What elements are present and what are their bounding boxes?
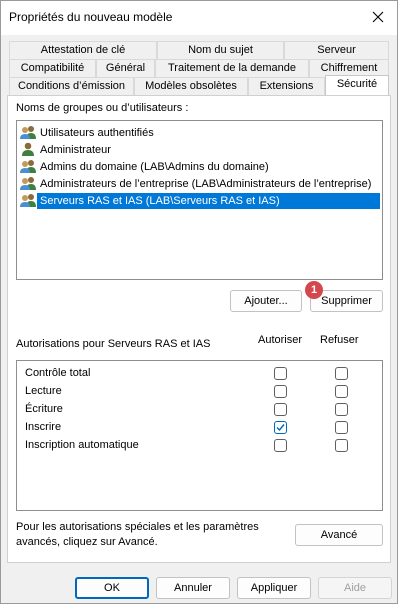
permission-name: Inscription automatique bbox=[25, 439, 139, 451]
window-title: Propriétés du nouveau modèle bbox=[9, 10, 173, 24]
permission-name: Contrôle total bbox=[25, 367, 91, 379]
users-group-icon bbox=[20, 160, 36, 173]
allow-checkbox[interactable] bbox=[274, 403, 287, 416]
groups-label: Noms de groupes ou d’utilisateurs : bbox=[16, 102, 189, 114]
tab-label: Chiffrement bbox=[320, 62, 378, 74]
tab-conditions-emission[interactable]: Conditions d’émission bbox=[9, 77, 134, 95]
help-button[interactable]: Aide bbox=[318, 577, 392, 599]
list-item-label: Utilisateurs authentifiés bbox=[40, 126, 154, 139]
permissions-label: Autorisations pour Serveurs RAS et IAS bbox=[16, 338, 211, 350]
permission-name: Écriture bbox=[25, 403, 63, 415]
close-icon bbox=[372, 11, 384, 23]
tab-nom-du-sujet[interactable]: Nom du sujet bbox=[157, 41, 284, 59]
list-item-label: Admins du domaine (LAB\Admins du domaine… bbox=[40, 160, 269, 173]
tab-label: Attestation de clé bbox=[40, 44, 126, 56]
permission-row: Inscription automatique bbox=[17, 437, 382, 454]
tab-securite[interactable]: Sécurité bbox=[325, 75, 389, 95]
apply-button[interactable]: Appliquer bbox=[237, 577, 311, 599]
list-item[interactable]: Utilisateurs authentifiés bbox=[20, 124, 380, 141]
list-item-selected[interactable]: Serveurs RAS et IAS (LAB\Serveurs RAS et… bbox=[20, 192, 380, 209]
allow-checkbox[interactable] bbox=[274, 367, 287, 380]
list-item[interactable]: Admins du domaine (LAB\Admins du domaine… bbox=[20, 158, 380, 175]
deny-column-header: Refuser bbox=[320, 334, 359, 346]
permission-name: Inscrire bbox=[25, 421, 62, 433]
tab-label: Modèles obsolètes bbox=[145, 80, 237, 92]
tab-extensions[interactable]: Extensions bbox=[248, 77, 325, 95]
cancel-button[interactable]: Annuler bbox=[156, 577, 230, 599]
allow-checkbox[interactable] bbox=[274, 421, 287, 434]
groups-listbox[interactable]: Utilisateurs authentifiés Administrateur… bbox=[16, 120, 383, 280]
list-item[interactable]: Administrateurs de l’entreprise (LAB\Adm… bbox=[20, 175, 380, 192]
properties-dialog: Propriétés du nouveau modèle Attestation… bbox=[0, 0, 398, 604]
permission-row: Inscrire bbox=[17, 419, 382, 436]
tab-attestation-de-cle[interactable]: Attestation de clé bbox=[9, 41, 157, 59]
tab-compatibilite[interactable]: Compatibilité bbox=[9, 59, 96, 77]
allow-checkbox[interactable] bbox=[274, 439, 287, 452]
close-button[interactable] bbox=[365, 5, 391, 29]
users-group-icon bbox=[20, 194, 36, 207]
deny-checkbox[interactable] bbox=[335, 403, 348, 416]
tab-label: Général bbox=[105, 62, 146, 74]
tab-label: Nom du sujet bbox=[188, 44, 253, 56]
advanced-hint-line1: Pour les autorisations spéciales et les … bbox=[16, 521, 259, 533]
users-group-icon bbox=[20, 177, 36, 190]
permissions-list: Contrôle total Lecture Écriture Inscrire bbox=[16, 360, 383, 511]
allow-column-header: Autoriser bbox=[258, 334, 303, 346]
tab-label: Serveur bbox=[317, 44, 356, 56]
permission-row: Écriture bbox=[17, 401, 382, 418]
tab-traitement-de-la-demande[interactable]: Traitement de la demande bbox=[155, 59, 309, 77]
allow-checkbox[interactable] bbox=[274, 385, 287, 398]
tab-general[interactable]: Général bbox=[96, 59, 155, 77]
list-item-label: Administrateurs de l’entreprise (LAB\Adm… bbox=[40, 177, 372, 190]
deny-checkbox[interactable] bbox=[335, 439, 348, 452]
tab-serveur[interactable]: Serveur bbox=[284, 41, 389, 59]
tab-label: Extensions bbox=[259, 80, 314, 92]
permission-name: Lecture bbox=[25, 385, 62, 397]
tab-label: Compatibilité bbox=[20, 62, 85, 74]
list-item[interactable]: Administrateur bbox=[20, 141, 380, 158]
permission-row: Lecture bbox=[17, 383, 382, 400]
list-item-label: Serveurs RAS et IAS (LAB\Serveurs RAS et… bbox=[37, 192, 380, 209]
deny-checkbox[interactable] bbox=[335, 367, 348, 380]
deny-checkbox[interactable] bbox=[335, 421, 348, 434]
users-group-icon bbox=[20, 126, 36, 139]
callout-badge: 1 bbox=[305, 281, 323, 299]
advanced-button[interactable]: Avancé bbox=[295, 524, 383, 546]
permission-row: Contrôle total bbox=[17, 365, 382, 382]
user-icon bbox=[22, 142, 34, 156]
title-bar: Propriétés du nouveau modèle bbox=[1, 1, 397, 35]
tab-modeles-obsoletes[interactable]: Modèles obsolètes bbox=[134, 77, 248, 95]
tab-label: Sécurité bbox=[336, 78, 378, 90]
tab-label: Traitement de la demande bbox=[168, 62, 296, 74]
deny-checkbox[interactable] bbox=[335, 385, 348, 398]
checkmark-icon bbox=[276, 424, 285, 432]
add-button[interactable]: Ajouter... bbox=[230, 290, 302, 312]
ok-button[interactable]: OK bbox=[75, 577, 149, 599]
security-tab-panel: Noms de groupes ou d’utilisateurs : Util… bbox=[7, 95, 391, 563]
list-item-label: Administrateur bbox=[40, 143, 111, 156]
tab-label: Conditions d’émission bbox=[18, 80, 125, 92]
advanced-hint-line2: avancés, cliquez sur Avancé. bbox=[16, 536, 158, 548]
